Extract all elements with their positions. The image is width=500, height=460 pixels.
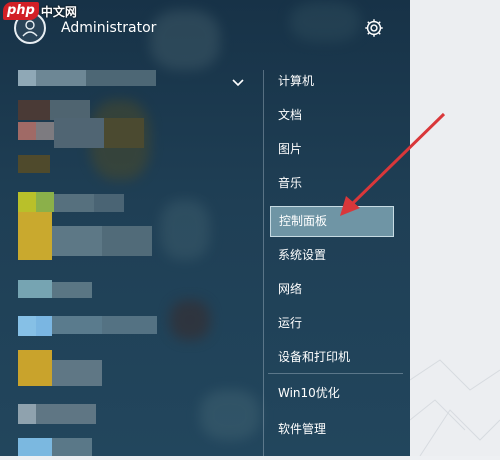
app-tile[interactable] — [18, 280, 52, 298]
app-tile[interactable] — [54, 118, 104, 148]
app-tile[interactable] — [102, 316, 157, 334]
background-blur — [150, 10, 220, 70]
app-tile[interactable] — [36, 122, 54, 140]
app-tile[interactable] — [50, 100, 90, 120]
app-tile[interactable] — [52, 360, 102, 386]
crystal-texture — [409, 359, 500, 457]
app-tile[interactable] — [18, 438, 52, 456]
menu-item-music[interactable]: 音乐 — [270, 168, 394, 199]
app-tile[interactable] — [18, 100, 50, 120]
app-tile[interactable] — [52, 316, 102, 334]
menu-item-pictures[interactable]: 图片 — [270, 134, 394, 165]
app-tile[interactable] — [36, 70, 86, 86]
menu-item-software-manager[interactable]: 软件管理 — [270, 414, 394, 445]
menu-separator — [268, 373, 403, 374]
app-tile[interactable] — [104, 118, 144, 148]
menu-item-run[interactable]: 运行 — [270, 308, 394, 339]
menu-item-win10-optimize[interactable]: Win10优化 — [270, 378, 394, 409]
app-tile[interactable] — [102, 226, 152, 256]
app-tile[interactable] — [52, 438, 92, 456]
app-tile[interactable] — [18, 70, 36, 86]
watermark-logo: php — [3, 2, 39, 20]
app-tile[interactable] — [18, 316, 36, 336]
menu-item-computer[interactable]: 计算机 — [270, 66, 394, 97]
app-tile[interactable] — [86, 70, 156, 86]
app-tile[interactable] — [52, 282, 92, 298]
menu-item-network[interactable]: 网络 — [270, 274, 394, 305]
app-tile[interactable] — [36, 316, 52, 336]
watermark-text: 中文网 — [40, 4, 77, 19]
background-blur — [290, 2, 360, 42]
menu-item-devices-printers[interactable]: 设备和打印机 — [270, 342, 394, 373]
app-tile[interactable] — [18, 350, 52, 386]
app-tile[interactable] — [36, 192, 54, 212]
app-tile[interactable] — [52, 226, 102, 256]
menu-divider — [263, 70, 264, 456]
app-tile[interactable] — [18, 404, 36, 424]
background-blur — [200, 390, 260, 440]
desktop-background — [409, 0, 500, 457]
app-tile[interactable] — [18, 155, 50, 173]
app-tile[interactable] — [94, 194, 124, 212]
gear-icon[interactable] — [363, 17, 385, 43]
site-watermark: php 中文网 — [3, 2, 77, 20]
app-tile[interactable] — [18, 212, 52, 260]
menu-item-system-settings[interactable]: 系统设置 — [270, 240, 394, 271]
chevron-down-icon[interactable] — [230, 74, 246, 93]
app-tile[interactable] — [18, 122, 36, 140]
start-menu: Administrator 计算机 文档 图片 音乐 控制面板 系统设置 网络 … — [0, 0, 410, 456]
background-blur — [170, 300, 210, 340]
background-blur — [160, 200, 210, 260]
app-tile[interactable] — [18, 192, 36, 212]
app-tile[interactable] — [54, 194, 94, 212]
menu-item-control-panel[interactable]: 控制面板 — [270, 206, 394, 237]
user-name: Administrator — [61, 20, 157, 36]
menu-item-documents[interactable]: 文档 — [270, 100, 394, 131]
app-tile[interactable] — [36, 404, 96, 424]
